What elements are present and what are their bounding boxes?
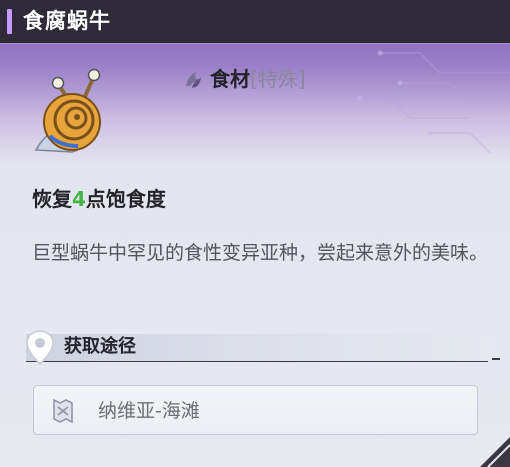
effect-prefix: 恢复 [32, 187, 72, 211]
snail-icon [34, 68, 101, 153]
location-pin-icon [26, 330, 54, 366]
source-header: 获取途径 [18, 328, 500, 366]
map-marker-icon [53, 398, 73, 424]
ingredient-icon [186, 72, 201, 88]
effect-suffix: 点饱食度 [85, 187, 166, 211]
item-name: 食腐蜗牛 [23, 9, 111, 33]
title-bar: 食腐蜗牛 [0, 0, 510, 44]
corner-decoration [480, 437, 510, 467]
item-effect: 恢复4点饱食度 [32, 184, 166, 214]
location-name: 纳维亚-海滩 [98, 400, 200, 422]
item-detail-card: 食腐蜗牛 食材 [特殊] 恢复4点饱食度 巨型蜗牛中罕见的食性变异亚种，尝起来意… [0, 0, 510, 467]
item-type-tag: [特殊] [250, 67, 306, 91]
source-title: 获取途径 [64, 336, 136, 357]
item-description: 巨型蜗牛中罕见的食性变异亚种，尝起来意外的美味。 [32, 242, 489, 264]
location-button[interactable]: 纳维亚-海滩 [33, 385, 478, 435]
item-type-label: 食材 [210, 67, 250, 91]
item-type-row: 食材 [特殊] [182, 64, 306, 94]
title-accent-bar [7, 9, 12, 34]
source-divider-end [492, 358, 500, 360]
effect-value: 4 [72, 187, 86, 211]
